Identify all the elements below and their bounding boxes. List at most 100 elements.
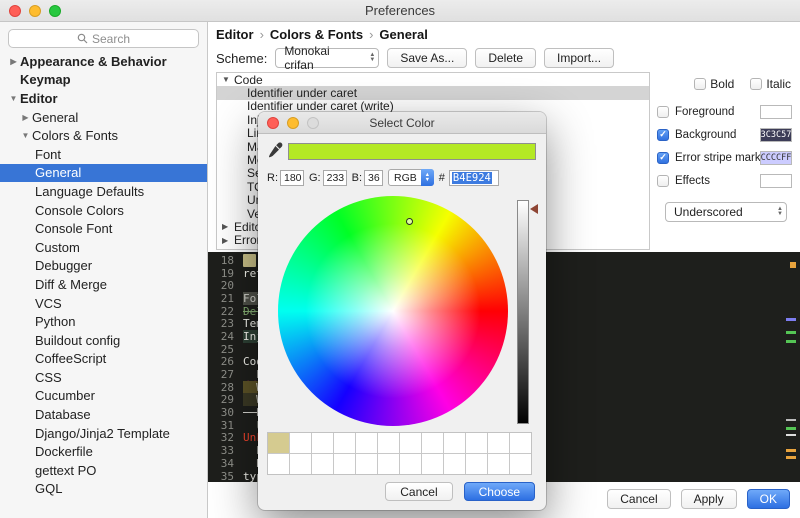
color-mode-select[interactable]: RGB ▲ ▼ (388, 169, 434, 186)
brightness-slider[interactable] (517, 200, 529, 424)
sidebar-item[interactable]: CSS (0, 368, 207, 387)
stripe-mark[interactable] (786, 456, 796, 459)
sidebar-item[interactable]: Keymap (0, 71, 207, 90)
breadcrumb-item[interactable]: Colors & Fonts (270, 27, 363, 42)
stripe-mark[interactable] (786, 318, 796, 321)
sidebar-item[interactable]: Language Defaults (0, 182, 207, 201)
chevron-down-icon[interactable]: ▼ (222, 75, 234, 84)
sidebar-item[interactable]: ▼ Colors & Fonts (0, 126, 207, 145)
saved-color-swatch[interactable] (510, 454, 531, 474)
hex-input[interactable]: B4E924 (448, 169, 499, 186)
sidebar-item[interactable]: CoffeeScript (0, 350, 207, 369)
g-input[interactable]: 233 (322, 169, 347, 186)
saved-color-swatch[interactable] (400, 454, 421, 474)
effects-checkbox[interactable] (657, 174, 669, 187)
save-as-button[interactable]: Save As... (387, 48, 468, 68)
r-input[interactable]: 180 (280, 169, 304, 186)
saved-color-swatch[interactable] (444, 433, 465, 453)
chevron-down-icon[interactable]: ▼ (19, 131, 32, 140)
saved-color-swatch[interactable] (356, 433, 377, 453)
saved-color-swatch[interactable] (268, 454, 289, 474)
sidebar-item[interactable]: gettext PO (0, 461, 207, 480)
scheme-select[interactable]: Monokai crifan ▲ ▼ (275, 44, 380, 72)
ok-button[interactable]: OK (746, 489, 790, 509)
color-swatch[interactable] (760, 173, 792, 188)
zoom-button[interactable] (49, 5, 61, 17)
apply-button[interactable]: Apply (680, 489, 737, 509)
saved-color-swatch[interactable] (334, 454, 355, 474)
attribute-row[interactable]: ▼ Code (217, 73, 649, 87)
sidebar-item[interactable]: General (0, 163, 207, 183)
saved-color-swatch[interactable] (290, 433, 311, 453)
saved-color-swatch[interactable] (488, 454, 509, 474)
italic-checkbox[interactable] (750, 78, 763, 90)
dialog-titlebar[interactable]: Select Color (258, 112, 546, 134)
sidebar-item[interactable]: Cucumber (0, 387, 207, 406)
color-swatch[interactable]: CCCCFF (760, 150, 792, 165)
sidebar-item[interactable]: Custom (0, 238, 207, 257)
sidebar-item[interactable]: Database (0, 405, 207, 424)
sidebar-item[interactable]: Diff & Merge (0, 275, 207, 294)
stripe-mark[interactable] (786, 419, 796, 421)
sidebar-item[interactable]: Buildout config (0, 331, 207, 350)
sidebar-item[interactable]: Font (0, 145, 207, 164)
bold-checkbox[interactable] (694, 78, 707, 90)
dialog-minimize-button[interactable] (287, 117, 299, 129)
chevron-down-icon[interactable]: ▼ (7, 94, 20, 103)
saved-color-swatch[interactable] (466, 454, 487, 474)
sidebar-item[interactable]: ▶ Appearance & Behavior (0, 52, 207, 71)
b-input[interactable]: 36 (364, 169, 384, 186)
eyedropper-icon[interactable] (267, 142, 283, 158)
dialog-cancel-button[interactable]: Cancel (385, 482, 453, 501)
sidebar-item[interactable]: Python (0, 312, 207, 331)
import-button[interactable]: Import... (544, 48, 615, 68)
italic-option[interactable]: Italic (750, 77, 791, 91)
sidebar-item[interactable]: Console Font (0, 219, 207, 238)
color-swatch[interactable] (760, 104, 792, 119)
stripe-mark[interactable] (790, 262, 796, 268)
saved-color-swatch[interactable] (400, 433, 421, 453)
sidebar-item[interactable]: Django/Jinja2 Template (0, 424, 207, 443)
chevron-right-icon[interactable]: ▶ (7, 57, 20, 66)
sidebar-item[interactable]: Debugger (0, 257, 207, 276)
attribute-row[interactable]: Identifier under caret (217, 86, 649, 100)
saved-color-swatch[interactable] (378, 454, 399, 474)
sidebar-item[interactable]: VCS (0, 294, 207, 313)
breadcrumb-item[interactable]: General (379, 27, 427, 42)
sidebar-item[interactable]: GQL (0, 480, 207, 499)
cancel-button[interactable]: Cancel (607, 489, 671, 509)
stripe-mark[interactable] (786, 331, 796, 334)
stripe-mark[interactable] (786, 340, 796, 343)
saved-color-swatch[interactable] (466, 433, 487, 453)
saved-color-swatch[interactable] (378, 433, 399, 453)
close-button[interactable] (9, 5, 21, 17)
breadcrumb-item[interactable]: Editor (216, 27, 254, 42)
sidebar-item[interactable]: Dockerfile (0, 442, 207, 461)
saved-color-swatch[interactable] (312, 454, 333, 474)
chevron-right-icon[interactable]: ▶ (222, 222, 234, 231)
sidebar-item[interactable]: ▶ General (0, 108, 207, 127)
saved-color-swatch[interactable] (422, 433, 443, 453)
saved-color-swatch[interactable] (334, 433, 355, 453)
stripe-mark[interactable] (786, 427, 796, 430)
titlebar[interactable]: Preferences (0, 0, 800, 22)
stripe-mark[interactable] (786, 434, 796, 436)
choose-button[interactable]: Choose (463, 482, 535, 501)
sidebar-item[interactable]: ▼ Editor (0, 89, 207, 108)
saved-color-swatch[interactable] (312, 433, 333, 453)
saved-color-swatch[interactable] (488, 433, 509, 453)
color-swatch[interactable]: 3C3C57 (760, 127, 792, 142)
delete-button[interactable]: Delete (475, 48, 537, 68)
background-checkbox[interactable] (657, 128, 669, 141)
foreground-checkbox[interactable] (657, 105, 669, 118)
search-input[interactable]: Search (8, 29, 199, 48)
dialog-close-button[interactable] (267, 117, 279, 129)
chevron-right-icon[interactable]: ▶ (222, 236, 234, 245)
stripe-mark[interactable] (786, 449, 796, 452)
saved-color-swatch[interactable] (268, 433, 289, 453)
minimize-button[interactable] (29, 5, 41, 17)
error-stripe-mark-checkbox[interactable] (657, 151, 669, 164)
effects-style-select[interactable]: Underscored ▲ ▼ (665, 202, 787, 222)
saved-color-swatch[interactable] (422, 454, 443, 474)
saved-color-swatch[interactable] (444, 454, 465, 474)
